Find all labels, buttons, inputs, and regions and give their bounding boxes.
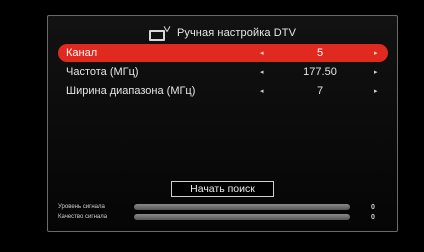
signal-quality-bar (134, 214, 350, 220)
signal-strength-bar (134, 204, 350, 210)
arrow-left-icon[interactable]: ◂ (260, 49, 264, 57)
arrow-right-icon[interactable]: ▸ (374, 49, 378, 57)
signal-quality-label: Качество сигнала (58, 214, 108, 220)
setting-row-bandwidth[interactable]: Ширина диапазона (МГц) ◂ 7 ▸ (58, 82, 388, 100)
arrow-left-icon[interactable]: ◂ (260, 68, 264, 76)
arrow-right-icon[interactable]: ▸ (374, 87, 378, 95)
signal-quality-value: 0 (371, 213, 375, 221)
manual-dtv-tuning-panel: Ручная настройка DTV Канал ◂ 5 ▸ Частота… (47, 15, 398, 232)
signal-strength-value: 0 (371, 203, 375, 211)
panel-header: Ручная настройка DTV (48, 23, 397, 43)
arrow-left-icon[interactable]: ◂ (260, 87, 264, 95)
setting-label: Частота (МГц) (66, 66, 139, 78)
signal-strength-meter: Уровень сигнала 0 (58, 203, 378, 211)
setting-value: 5 (316, 47, 324, 59)
signal-strength-label: Уровень сигнала (58, 204, 105, 210)
tv-icon (148, 25, 171, 41)
setting-row-frequency[interactable]: Частота (МГц) ◂ 177.50 ▸ (58, 63, 388, 81)
setting-value: 7 (316, 85, 324, 97)
setting-row-channel[interactable]: Канал ◂ 5 ▸ (58, 44, 388, 62)
panel-title: Ручная настройка DTV (176, 27, 297, 39)
settings-list: Канал ◂ 5 ▸ Частота (МГц) ◂ 177.50 ▸ Шир… (58, 44, 388, 101)
setting-value: 177.50 (303, 66, 337, 78)
setting-label: Ширина диапазона (МГц) (66, 85, 196, 97)
setting-label: Канал (66, 47, 98, 59)
start-search-button[interactable]: Начать поиск (171, 181, 274, 197)
screen: Ручная настройка DTV Канал ◂ 5 ▸ Частота… (0, 0, 424, 252)
signal-quality-meter: Качество сигнала 0 (58, 213, 378, 221)
arrow-right-icon[interactable]: ▸ (374, 68, 378, 76)
